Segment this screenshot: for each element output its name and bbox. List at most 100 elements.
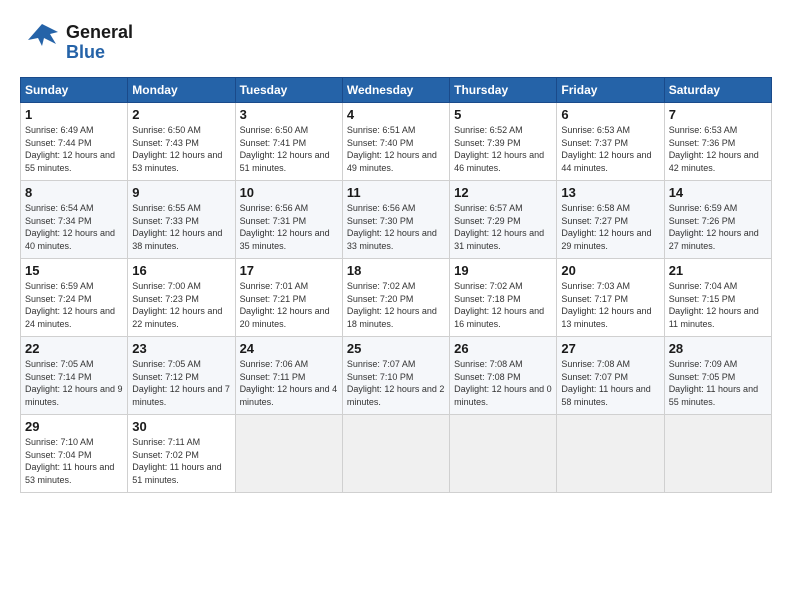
logo-general: General <box>66 23 133 43</box>
weekday-header: Tuesday <box>235 78 342 103</box>
calendar-day-cell: 7Sunrise: 6:53 AMSunset: 7:36 PMDaylight… <box>664 103 771 181</box>
calendar-day-cell: 17Sunrise: 7:01 AMSunset: 7:21 PMDayligh… <box>235 259 342 337</box>
day-info: Sunrise: 7:00 AMSunset: 7:23 PMDaylight:… <box>132 280 230 330</box>
day-number: 1 <box>25 107 123 122</box>
calendar-week-row: 15 Sunrise: 6:59 AMSunset: 7:24 PMDayligh… <box>21 259 772 337</box>
calendar-day-cell: 29Sunrise: 7:10 AMSunset: 7:04 PMDayligh… <box>21 415 128 493</box>
day-info: Sunrise: 6:59 AMSunset: 7:26 PMDaylight:… <box>669 202 767 252</box>
day-number: 7 <box>669 107 767 122</box>
page-header: General Blue <box>20 18 772 67</box>
day-info: Sunrise: 6:52 AMSunset: 7:39 PMDaylight:… <box>454 124 552 174</box>
calendar-day-cell: 13 Sunrise: 6:58 AMSunset: 7:27 PMDayligh… <box>557 181 664 259</box>
calendar-day-cell: 20 Sunrise: 7:03 AMSunset: 7:17 PMDayligh… <box>557 259 664 337</box>
calendar-week-row: 22 Sunrise: 7:05 AMSunset: 7:14 PMDayligh… <box>21 337 772 415</box>
calendar-week-row: 8Sunrise: 6:54 AMSunset: 7:34 PMDaylight… <box>21 181 772 259</box>
weekday-header: Monday <box>128 78 235 103</box>
day-number: 14 <box>669 185 767 200</box>
day-info: Sunrise: 7:02 AMSunset: 7:20 PMDaylight:… <box>347 280 445 330</box>
day-number: 17 <box>240 263 338 278</box>
day-number: 9 <box>132 185 230 200</box>
calendar-day-cell: 12Sunrise: 6:57 AMSunset: 7:29 PMDayligh… <box>450 181 557 259</box>
day-number: 22 <box>25 341 123 356</box>
day-info: Sunrise: 6:55 AMSunset: 7:33 PMDaylight:… <box>132 202 230 252</box>
calendar-day-cell <box>235 415 342 493</box>
day-info: Sunrise: 6:59 AMSunset: 7:24 PMDaylight:… <box>25 280 123 330</box>
calendar-day-cell: 23 Sunrise: 7:05 AMSunset: 7:12 PMDayligh… <box>128 337 235 415</box>
day-number: 10 <box>240 185 338 200</box>
day-info: Sunrise: 6:58 AMSunset: 7:27 PMDaylight:… <box>561 202 659 252</box>
calendar-day-cell: 25 Sunrise: 7:07 AMSunset: 7:10 PMDayligh… <box>342 337 449 415</box>
calendar-week-row: 29Sunrise: 7:10 AMSunset: 7:04 PMDayligh… <box>21 415 772 493</box>
day-number: 29 <box>25 419 123 434</box>
calendar-day-cell: 18 Sunrise: 7:02 AMSunset: 7:20 PMDayligh… <box>342 259 449 337</box>
calendar-day-cell: 6Sunrise: 6:53 AMSunset: 7:37 PMDaylight… <box>557 103 664 181</box>
calendar-day-cell <box>664 415 771 493</box>
day-info: Sunrise: 7:08 AMSunset: 7:08 PMDaylight:… <box>454 358 552 408</box>
day-info: Sunrise: 6:49 AMSunset: 7:44 PMDaylight:… <box>25 124 123 174</box>
weekday-header: Wednesday <box>342 78 449 103</box>
day-number: 4 <box>347 107 445 122</box>
calendar-table: SundayMondayTuesdayWednesdayThursdayFrid… <box>20 77 772 493</box>
day-number: 12 <box>454 185 552 200</box>
logo-container: General Blue <box>20 18 133 67</box>
day-number: 28 <box>669 341 767 356</box>
calendar-day-cell: 30Sunrise: 7:11 AMSunset: 7:02 PMDayligh… <box>128 415 235 493</box>
logo: General Blue <box>20 18 133 67</box>
day-info: Sunrise: 7:04 AMSunset: 7:15 PMDaylight:… <box>669 280 767 330</box>
day-number: 2 <box>132 107 230 122</box>
day-info: Sunrise: 7:11 AMSunset: 7:02 PMDaylight:… <box>132 436 230 486</box>
calendar-day-cell: 16 Sunrise: 7:00 AMSunset: 7:23 PMDayligh… <box>128 259 235 337</box>
day-number: 25 <box>347 341 445 356</box>
day-number: 24 <box>240 341 338 356</box>
day-number: 23 <box>132 341 230 356</box>
day-number: 18 <box>347 263 445 278</box>
calendar-day-cell: 24 Sunrise: 7:06 AMSunset: 7:11 PMDayligh… <box>235 337 342 415</box>
day-number: 16 <box>132 263 230 278</box>
day-number: 3 <box>240 107 338 122</box>
day-number: 27 <box>561 341 659 356</box>
day-number: 26 <box>454 341 552 356</box>
day-info: Sunrise: 6:53 AMSunset: 7:37 PMDaylight:… <box>561 124 659 174</box>
day-number: 5 <box>454 107 552 122</box>
day-info: Sunrise: 7:06 AMSunset: 7:11 PMDaylight:… <box>240 358 338 408</box>
calendar-day-cell: 5 Sunrise: 6:52 AMSunset: 7:39 PMDaylight… <box>450 103 557 181</box>
day-number: 11 <box>347 185 445 200</box>
calendar-day-cell: 22 Sunrise: 7:05 AMSunset: 7:14 PMDayligh… <box>21 337 128 415</box>
calendar-day-cell: 1 Sunrise: 6:49 AMSunset: 7:44 PMDaylight… <box>21 103 128 181</box>
day-info: Sunrise: 7:05 AMSunset: 7:12 PMDaylight:… <box>132 358 230 408</box>
calendar-day-cell: 21 Sunrise: 7:04 AMSunset: 7:15 PMDayligh… <box>664 259 771 337</box>
day-number: 8 <box>25 185 123 200</box>
day-number: 13 <box>561 185 659 200</box>
calendar-week-row: 1 Sunrise: 6:49 AMSunset: 7:44 PMDaylight… <box>21 103 772 181</box>
calendar-day-cell: 3Sunrise: 6:50 AMSunset: 7:41 PMDaylight… <box>235 103 342 181</box>
logo-blue: Blue <box>66 43 133 63</box>
calendar-day-cell <box>450 415 557 493</box>
day-info: Sunrise: 7:07 AMSunset: 7:10 PMDaylight:… <box>347 358 445 408</box>
calendar-day-cell: 11 Sunrise: 6:56 AMSunset: 7:30 PMDayligh… <box>342 181 449 259</box>
calendar-day-cell: 27 Sunrise: 7:08 AMSunset: 7:07 PMDayligh… <box>557 337 664 415</box>
calendar-header-row: SundayMondayTuesdayWednesdayThursdayFrid… <box>21 78 772 103</box>
calendar-day-cell: 8Sunrise: 6:54 AMSunset: 7:34 PMDaylight… <box>21 181 128 259</box>
day-number: 21 <box>669 263 767 278</box>
day-info: Sunrise: 7:03 AMSunset: 7:17 PMDaylight:… <box>561 280 659 330</box>
calendar-day-cell: 26 Sunrise: 7:08 AMSunset: 7:08 PMDayligh… <box>450 337 557 415</box>
calendar-day-cell: 28Sunrise: 7:09 AMSunset: 7:05 PMDayligh… <box>664 337 771 415</box>
day-info: Sunrise: 7:05 AMSunset: 7:14 PMDaylight:… <box>25 358 123 408</box>
day-info: Sunrise: 7:02 AMSunset: 7:18 PMDaylight:… <box>454 280 552 330</box>
day-info: Sunrise: 6:56 AMSunset: 7:30 PMDaylight:… <box>347 202 445 252</box>
day-number: 15 <box>25 263 123 278</box>
calendar-day-cell: 2 Sunrise: 6:50 AMSunset: 7:43 PMDaylight… <box>128 103 235 181</box>
calendar-day-cell: 10Sunrise: 6:56 AMSunset: 7:31 PMDayligh… <box>235 181 342 259</box>
day-info: Sunrise: 7:08 AMSunset: 7:07 PMDaylight:… <box>561 358 659 408</box>
day-info: Sunrise: 6:51 AMSunset: 7:40 PMDaylight:… <box>347 124 445 174</box>
calendar-day-cell: 14 Sunrise: 6:59 AMSunset: 7:26 PMDayligh… <box>664 181 771 259</box>
logo-svg <box>20 18 64 62</box>
calendar-day-cell: 9 Sunrise: 6:55 AMSunset: 7:33 PMDaylight… <box>128 181 235 259</box>
calendar-day-cell <box>557 415 664 493</box>
calendar-day-cell: 19Sunrise: 7:02 AMSunset: 7:18 PMDayligh… <box>450 259 557 337</box>
calendar-day-cell: 15 Sunrise: 6:59 AMSunset: 7:24 PMDayligh… <box>21 259 128 337</box>
calendar-body: 1 Sunrise: 6:49 AMSunset: 7:44 PMDaylight… <box>21 103 772 493</box>
day-number: 20 <box>561 263 659 278</box>
day-info: Sunrise: 6:50 AMSunset: 7:43 PMDaylight:… <box>132 124 230 174</box>
weekday-header: Saturday <box>664 78 771 103</box>
